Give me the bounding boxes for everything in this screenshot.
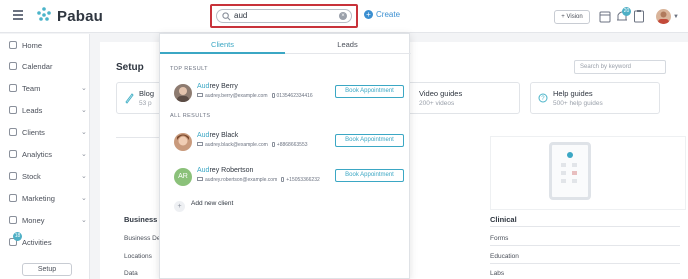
- business-link[interactable]: Business De: [124, 235, 161, 242]
- labs-link[interactable]: Labs: [490, 270, 504, 277]
- tab-clients[interactable]: Clients: [160, 40, 285, 49]
- client-result-item[interactable]: Audrey Black audrey.black@example.com +88…: [170, 131, 406, 157]
- add-new-client-button[interactable]: + Add new client: [174, 200, 233, 212]
- sidebar-item-analytics[interactable]: Analytics ⌄: [9, 150, 87, 159]
- sidebar: Home Calendar Team ⌄ Leads ⌄ Clients ⌄ Anal…: [0, 34, 90, 279]
- sidebar-item-home[interactable]: Home: [9, 41, 42, 50]
- calendar-icon[interactable]: [599, 9, 611, 23]
- clients-icon: [9, 128, 17, 136]
- mail-icon: [197, 177, 203, 181]
- divider: [490, 226, 680, 227]
- client-result-item[interactable]: Audrey Berry audrey.berry@example.com 013…: [170, 82, 406, 108]
- plus-icon: +: [364, 10, 373, 19]
- education-link[interactable]: Education: [490, 253, 519, 260]
- sidebar-item-leads[interactable]: Leads ⌄: [9, 106, 87, 115]
- clipboard-icon[interactable]: [633, 9, 645, 23]
- chevron-down-icon: ⌄: [81, 151, 87, 158]
- client-avatar: [174, 84, 192, 102]
- create-label: Create: [376, 10, 401, 19]
- book-appointment-button[interactable]: Book Appointment: [335, 134, 404, 147]
- chevron-down-icon: ⌄: [81, 195, 87, 202]
- client-contact: audrey.robertson@example.com +15053366232: [197, 177, 320, 183]
- sidebar-item-team[interactable]: Team ⌄: [9, 84, 87, 93]
- clinical-section-title: Clinical: [490, 215, 517, 224]
- pabau-logo-icon: [37, 7, 51, 21]
- phone-icon: [271, 93, 275, 98]
- sidebar-item-clients[interactable]: Clients ⌄: [9, 128, 87, 137]
- setup-button[interactable]: Setup: [22, 263, 72, 276]
- search-highlight-frame: aud ×: [210, 4, 358, 28]
- app-logo-text[interactable]: Pabau: [57, 8, 103, 25]
- business-section-title: Business: [124, 215, 158, 224]
- mail-icon: [197, 93, 203, 97]
- create-button[interactable]: + Create: [364, 10, 400, 19]
- chevron-down-icon[interactable]: ▼: [673, 14, 679, 20]
- chevron-down-icon: ⌄: [81, 173, 87, 180]
- help-guides-card[interactable]: ? Help guides 500+ help guides: [530, 82, 660, 114]
- divider: [490, 245, 680, 246]
- active-tab-indicator: [160, 52, 285, 54]
- phone-icon: [271, 142, 275, 147]
- calendar-icon: [9, 62, 17, 70]
- book-appointment-button[interactable]: Book Appointment: [335, 169, 404, 182]
- client-name: Audrey Berry: [197, 83, 238, 90]
- top-bar: Pabau aud × + Create + Vision 20 ▼: [0, 0, 688, 33]
- leads-icon: [9, 106, 17, 114]
- all-results-label: ALL RESULTS: [170, 113, 211, 119]
- user-avatar[interactable]: [656, 9, 671, 24]
- chevron-down-icon: ⌄: [81, 107, 87, 114]
- tablet-illustration: [549, 142, 591, 200]
- sidebar-item-marketing[interactable]: Marketing ⌄: [9, 194, 87, 203]
- client-avatar: [174, 133, 192, 151]
- help-icon: ?: [538, 93, 548, 103]
- phone-icon: [281, 177, 285, 182]
- search-results-dropdown: Clients Leads TOP RESULT Audrey Berry au…: [159, 33, 411, 279]
- marketing-icon: [9, 194, 17, 202]
- sidebar-item-stock[interactable]: Stock ⌄: [9, 172, 87, 181]
- notification-badge: 20: [622, 7, 631, 16]
- analytics-icon: [9, 150, 17, 158]
- client-contact: audrey.black@example.com +8868663553: [197, 142, 308, 148]
- chevron-down-icon: ⌄: [81, 217, 87, 224]
- clear-search-icon[interactable]: ×: [339, 12, 347, 20]
- divider: [490, 263, 680, 264]
- client-result-item[interactable]: AR Audrey Robertson audrey.robertson@exa…: [170, 166, 406, 192]
- page-title: Setup: [116, 62, 144, 73]
- client-initials-avatar: AR: [174, 168, 192, 186]
- vision-button[interactable]: + Vision: [554, 10, 590, 24]
- locations-link[interactable]: Locations: [124, 253, 152, 260]
- add-person-icon: +: [174, 201, 185, 212]
- data-link[interactable]: Data: [124, 270, 138, 277]
- tab-leads[interactable]: Leads: [285, 40, 410, 49]
- global-search-input[interactable]: aud ×: [216, 9, 352, 23]
- mail-icon: [197, 142, 203, 146]
- book-appointment-button[interactable]: Book Appointment: [335, 85, 404, 98]
- money-icon: [9, 216, 17, 224]
- activities-badge: 18: [13, 232, 22, 241]
- menu-icon[interactable]: [13, 10, 23, 20]
- stock-icon: [9, 172, 17, 180]
- keyword-search-input[interactable]: Search by keyword: [574, 60, 666, 74]
- chevron-down-icon: ⌄: [81, 129, 87, 136]
- client-name: Audrey Robertson: [197, 167, 254, 174]
- top-result-label: TOP RESULT: [170, 66, 208, 72]
- team-icon: [9, 84, 17, 92]
- home-icon: [9, 41, 17, 49]
- sidebar-item-calendar[interactable]: Calendar: [9, 62, 52, 71]
- search-icon: [222, 12, 231, 21]
- client-contact: audrey.berry@example.com 0135462334416: [197, 93, 313, 99]
- client-name: Audrey Black: [197, 132, 239, 139]
- forms-link[interactable]: Forms: [490, 235, 508, 242]
- sidebar-item-money[interactable]: Money ⌄: [9, 216, 87, 225]
- pencil-icon: [125, 93, 134, 104]
- chevron-down-icon: ⌄: [81, 85, 87, 92]
- search-value: aud: [234, 11, 248, 20]
- video-guides-card[interactable]: Video guides 200+ videos: [402, 82, 520, 114]
